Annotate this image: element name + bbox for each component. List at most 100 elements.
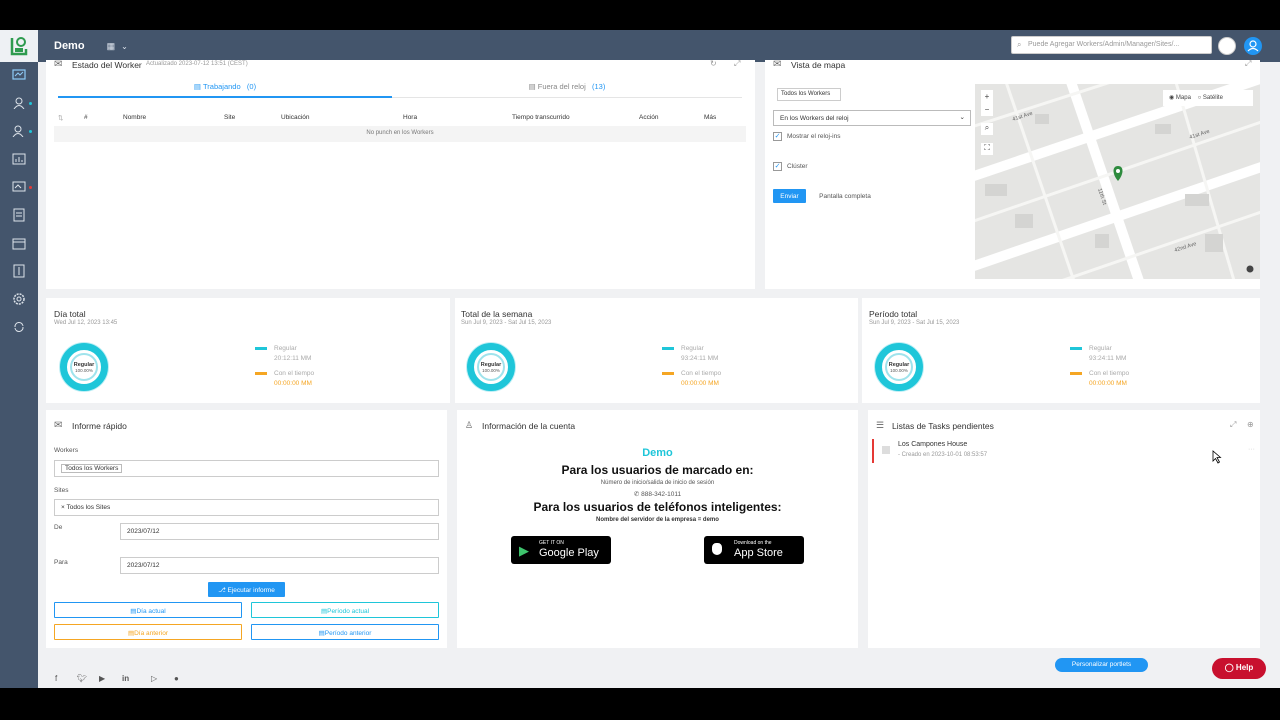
fullscreen-button[interactable]: Pantalla completa [811,189,879,203]
settings-icon[interactable] [11,292,27,306]
empty-table-message: No punch en los Workers [54,126,746,142]
show-clockins-checkbox[interactable]: ✓ [773,132,782,141]
day-total-title: Día total [54,309,86,319]
refresh-icon[interactable]: ↻ [710,59,717,68]
to-date-input[interactable]: 2023/07/12 [120,557,439,574]
facebook-icon[interactable]: f [55,674,57,683]
grid-icon[interactable]: ▦ [107,41,116,52]
zoom-out-button[interactable]: − [981,103,993,116]
task-title[interactable]: Los Campones House [898,441,967,448]
expand-icon[interactable]: ⤢ [1230,420,1236,430]
expand-icon[interactable]: ⤢ [1245,59,1251,69]
workers-icon[interactable] [11,96,27,110]
show-clockins-label: Mostrar el reloj-ins [787,133,840,140]
manager-icon[interactable] [11,124,27,138]
sites-select[interactable]: × Todos los Sites [54,499,439,516]
map-fullscreen-icon[interactable]: ⛶ [981,143,993,155]
column-header-action[interactable]: Acción [639,114,659,121]
tab-working[interactable]: ▤ Trabajando (0) [58,82,392,98]
from-date-input[interactable]: 2023/07/12 [120,523,439,540]
today-label: Día actual [136,608,165,615]
dashboard-icon[interactable] [11,68,27,82]
documents-icon[interactable] [11,208,27,222]
customize-portlets-button[interactable]: Personalizar portlets [1055,658,1148,672]
legend-regular-label: Regular [1089,345,1112,352]
column-header-site[interactable]: Site [224,114,235,121]
app-store-badge[interactable]: Download on the App Store [704,536,804,564]
previous-period-button[interactable]: ▤Período anterior [251,624,439,640]
profile-avatar-button[interactable] [1244,37,1262,55]
search-icon: ⌕ [1017,40,1021,50]
zoom-in-button[interactable]: + [981,90,993,103]
sidebar [0,62,38,688]
workers-chip[interactable]: Todos los Workers [61,464,122,473]
chevron-down-icon: ⌄ [960,113,965,121]
calendar-icon[interactable] [11,236,27,250]
week-total-donut: Regular100.00% [467,343,515,391]
clock-filter-select[interactable]: En los Workers del reloj⌄ [773,110,971,126]
column-header-more[interactable]: Más [704,114,716,121]
payroll-icon[interactable] [11,264,27,278]
map-canvas[interactable]: 41st Ave 41st Ave 11th St 42nd Ave +− ⌕ … [975,84,1260,279]
cluster-checkbox[interactable]: ✓ [773,162,782,171]
chat-icon: ◯ [1225,663,1236,672]
worker-filter-select[interactable]: Todos los Workers [777,88,841,101]
twitter-icon[interactable]: 🐦︎ [77,674,87,683]
tab-off-clock[interactable]: ▤ Fuera del reloj (13) [392,82,742,98]
legend-regular-swatch [255,347,267,350]
reports-icon[interactable] [11,152,27,166]
column-header-number[interactable]: # [84,114,88,121]
map-search-icon[interactable]: ⌕ [981,123,993,135]
google-play-icon[interactable]: ▷ [151,674,157,683]
column-sort-icon[interactable]: ⇅ [58,114,63,122]
legend-overtime-value: 00:00:00 MM [274,380,312,387]
mouse-cursor-icon [1212,450,1222,464]
expand-icon[interactable]: ⤢ [734,59,740,69]
day-total-date: Wed Jul 12, 2023 13:45 [54,320,117,326]
workers-select[interactable]: Todos los Workers [54,460,439,477]
current-period-button[interactable]: ▤Período actual [251,602,439,618]
column-header-elapsed[interactable]: Tiempo transcurrido [512,114,570,121]
zoom-controls: +− [981,90,993,116]
youtube-icon[interactable]: ▶ [99,674,105,683]
workers-label: Workers [54,447,78,454]
column-header-time[interactable]: Hora [403,114,417,121]
dial-text: Número de inicio/salida de inicio de ses… [457,480,858,486]
task-more-icon[interactable]: ··· [1248,446,1255,453]
previous-day-button[interactable]: ▤Día anterior [54,624,242,640]
map-type-radio[interactable]: ◉ [1169,95,1176,101]
google-play-badge[interactable]: ▶ GET IT ON Google Play [511,536,611,564]
map-view-card: ✉ Vista de mapa ⤢ Todos los Workers En l… [765,60,1260,289]
list-icon: ☰ [876,420,884,431]
logo-icon[interactable] [0,30,38,62]
legend-regular-value: 93:24:11 MM [681,355,718,362]
linkedin-icon[interactable]: in [122,674,129,683]
quick-report-title: Informe rápido [72,421,127,431]
apple-icon[interactable]: ● [174,674,179,683]
submit-button[interactable]: Enviar [773,189,806,203]
smart-text: Nombre del servidor de la empresa = demo [457,517,858,523]
period-total-card: Período total Sun Jul 9, 2023 - Sat Jul … [862,298,1260,403]
search-input[interactable]: ⌕ Puede Agregar Workers/Admin/Manager/Si… [1011,36,1212,54]
previous-period-label: Período anterior [325,630,372,637]
notification-button[interactable] [1218,37,1236,55]
account-info-card: ♙ Información de la cuenta Demo Para los… [457,410,858,648]
help-button[interactable]: ◯ Help [1212,658,1266,679]
week-total-date: Sun Jul 9, 2023 - Sat Jul 15, 2023 [461,320,551,326]
period-total-title: Período total [869,309,917,319]
task-checkbox[interactable] [882,446,890,454]
today-button[interactable]: ▤Día actual [54,602,242,618]
tasks-icon[interactable] [11,180,27,194]
period-total-date: Sun Jul 9, 2023 - Sat Jul 15, 2023 [869,320,959,326]
tab-working-label: Trabajando [203,82,241,91]
phone-number: ✆ 888-342-1011 [457,490,858,498]
sync-icon[interactable] [11,320,27,334]
from-label: De [54,524,62,531]
add-icon[interactable]: ⊕ [1247,420,1254,429]
column-header-name[interactable]: Nombre [123,114,146,121]
chevron-down-icon[interactable]: ⌄ [121,42,128,51]
legend-regular-value: 20:12:11 MM [274,355,311,362]
column-header-location[interactable]: Ubicación [281,114,310,121]
donut-center-percent: 100.00% [75,368,93,373]
run-report-button[interactable]: ⎇ Ejecutar informe [208,582,285,597]
